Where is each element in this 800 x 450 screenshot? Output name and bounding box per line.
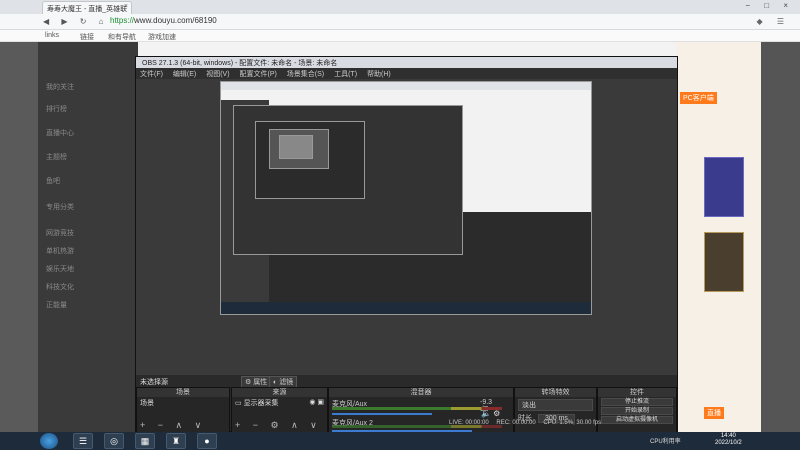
promo-card[interactable]: [704, 232, 744, 292]
source-label: 显示器采集: [243, 400, 279, 407]
page-right-margin: [761, 42, 800, 432]
url-scheme: https://: [110, 16, 135, 25]
menu-scene-collection[interactable]: 场景集合(S): [287, 71, 324, 78]
menu-edit[interactable]: 编辑(E): [173, 71, 196, 78]
mixer-title: 混音器: [329, 388, 513, 397]
bookmark-item[interactable]: 游戏加速: [148, 32, 176, 42]
nav-item[interactable]: 直播中心: [46, 128, 74, 138]
url-field[interactable]: https://www.douyu.com/68190: [110, 16, 710, 28]
taskbar-clock[interactable]: 14:40 2022/10/2: [715, 433, 742, 447]
clock-date: 2022/10/2: [715, 440, 742, 446]
source-toolbar[interactable]: + − ⚙ ∧ ∨: [235, 420, 322, 431]
live-label[interactable]: 直播: [704, 407, 724, 419]
nav-item[interactable]: 我的关注: [46, 82, 74, 92]
transitions-title: 转场特效: [515, 388, 596, 397]
browser-tabbar: 寿寿大魔王 - 直播_英雄联 × − □ ×: [0, 0, 800, 14]
cpu-fps: CPU: 1.5%, 30.00 fps: [543, 420, 602, 426]
filters-label: 滤镜: [279, 379, 294, 386]
eye-lock-icons[interactable]: ◉ ▣: [309, 398, 324, 406]
nav-item[interactable]: 专用分类: [46, 202, 74, 212]
taskbar-app[interactable]: ◎: [104, 433, 124, 449]
controls-title: 控件: [598, 388, 676, 397]
sources-dock: 来源 ▭ 显示器采集 ◉ ▣ + − ⚙ ∧ ∨: [231, 387, 328, 433]
obs-menubar: 文件(F) 编辑(E) 视图(V) 配置文件(P) 场景集合(S) 工具(T) …: [136, 68, 677, 79]
scene-item[interactable]: 场景: [137, 397, 229, 409]
scenes-title: 场景: [137, 388, 229, 397]
menu-profile[interactable]: 配置文件(P): [240, 71, 277, 78]
properties-label: 属性: [253, 379, 268, 386]
bookmarks-bar: links 链接 和有导航 游戏加速: [0, 30, 800, 42]
address-bar: ◀ ▶ ↻ ⌂ https://www.douyu.com/68190 ◆ ☰: [0, 14, 800, 30]
sources-title: 来源: [232, 388, 327, 397]
taskbar-app-obs[interactable]: ●: [197, 433, 217, 449]
menu-tools[interactable]: 工具(T): [334, 71, 357, 78]
site-right-panel: PC客户端 直播: [676, 42, 761, 432]
close-icon[interactable]: ×: [124, 3, 128, 10]
no-source-label: 未选择源: [140, 379, 168, 386]
bookmark-item[interactable]: 链接: [80, 32, 94, 42]
nav-item[interactable]: 科技文化: [46, 282, 74, 292]
nav-item[interactable]: 主题榜: [46, 152, 67, 162]
menu-file[interactable]: 文件(F): [140, 71, 163, 78]
recursive-capture-5: [279, 135, 313, 159]
nav-item[interactable]: 正能量: [46, 300, 67, 310]
obs-preview[interactable]: [136, 79, 677, 375]
nav-item[interactable]: 网游竞技: [46, 228, 74, 238]
taskbar-app[interactable]: ▦: [135, 433, 155, 449]
promo-card[interactable]: [704, 157, 744, 217]
nested-taskbar: [221, 302, 591, 314]
level-meter: [332, 407, 502, 410]
taskbar-app[interactable]: ☰: [73, 433, 93, 449]
nav-item[interactable]: 排行榜: [46, 104, 67, 114]
source-item[interactable]: ▭ 显示器采集 ◉ ▣: [232, 397, 327, 409]
back-forward-refresh-icons[interactable]: ◀ ▶ ↻ ⌂: [43, 17, 109, 26]
taskbar-app[interactable]: ♜: [166, 433, 186, 449]
rec-time: REC: 00:00:00: [496, 420, 536, 426]
obs-statusbar: LIVE: 00:00:00 REC: 00:00:00 CPU: 1.5%, …: [449, 420, 678, 430]
window-controls[interactable]: − □ ×: [745, 1, 794, 10]
stop-stream-button[interactable]: 停止推流: [601, 398, 673, 406]
menu-icons[interactable]: ◆ ☰: [756, 17, 790, 26]
nav-item[interactable]: 娱乐天地: [46, 264, 74, 274]
site-left-nav: 我的关注 排行榜 直播中心 主题榜 鱼吧 专用分类 网游竞技 单机热游 娱乐天地…: [38, 42, 138, 432]
tray-cpu[interactable]: CPU利用率: [650, 436, 681, 445]
menu-view[interactable]: 视图(V): [206, 71, 229, 78]
nav-item[interactable]: 鱼吧: [46, 176, 60, 186]
start-record-button[interactable]: 开始录制: [601, 407, 673, 415]
page-left-margin: [0, 42, 38, 432]
menu-help[interactable]: 帮助(H): [367, 71, 391, 78]
start-button[interactable]: [40, 433, 58, 449]
url-path: www.douyu.com/68190: [134, 16, 217, 25]
volume-slider[interactable]: [332, 413, 432, 415]
source-toolbar: 未选择源 ⚙ 属性 ◐ 滤镜: [136, 375, 677, 388]
pc-client-badge[interactable]: PC客户端: [680, 92, 717, 104]
obs-title: OBS 27.1.3 (64-bit, windows) - 配置文件: 未命名…: [136, 57, 677, 68]
tab-title: 寿寿大魔王 - 直播_英雄联: [47, 6, 128, 13]
nav-item[interactable]: 单机热游: [46, 246, 74, 256]
scene-toolbar[interactable]: + − ∧ ∨: [140, 420, 206, 431]
browser-tab[interactable]: 寿寿大魔王 - 直播_英雄联 ×: [42, 1, 132, 14]
nested-browser-bar: [221, 82, 591, 90]
transition-select[interactable]: 淡出: [518, 399, 593, 411]
obs-window: OBS 27.1.3 (64-bit, windows) - 配置文件: 未命名…: [135, 56, 678, 433]
scenes-dock: 场景 场景 + − ∧ ∨: [136, 387, 230, 433]
live-time: LIVE: 00:00:00: [449, 420, 489, 426]
speaker-gear-icons[interactable]: 🔈 ⚙: [481, 409, 500, 418]
clock-time: 14:40: [720, 433, 736, 439]
bookmark-item[interactable]: 和有导航: [108, 32, 136, 42]
bookmark-item[interactable]: links: [45, 32, 59, 39]
